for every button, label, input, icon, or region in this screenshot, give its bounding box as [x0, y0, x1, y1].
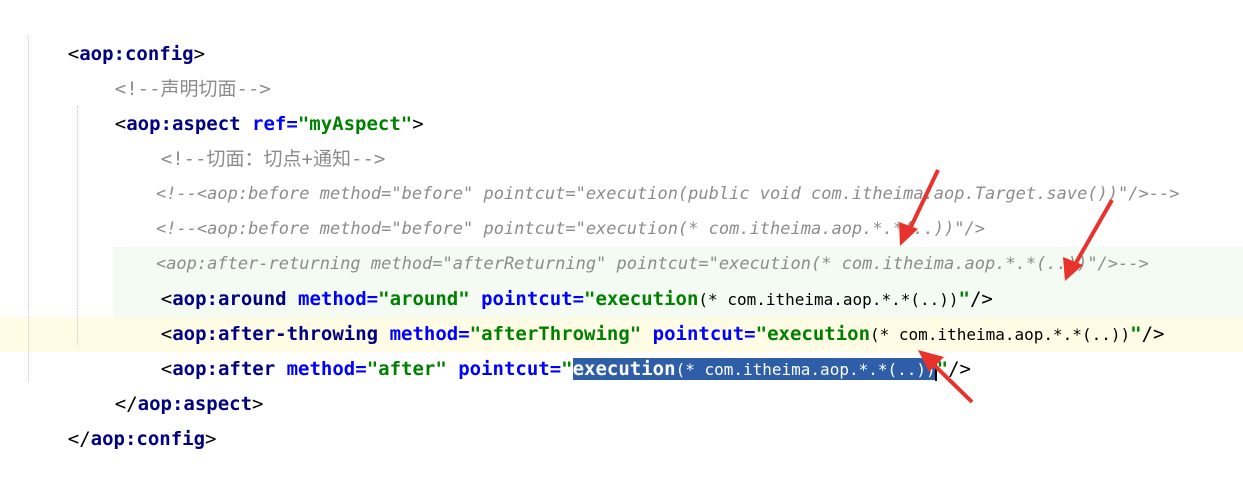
bracket: </ — [67, 428, 91, 450]
code-line-2[interactable]: <!--声明切面--> — [69, 37, 271, 100]
code-line-1[interactable]: <aop:config> — [22, 2, 205, 65]
attribute-name: method= — [275, 358, 367, 380]
bracket: > — [412, 113, 424, 135]
bracket: > — [205, 428, 217, 450]
attribute-value: " — [936, 358, 949, 380]
text-selection[interactable]: execution(* com.itheima.aop.*.*(..)) — [572, 358, 936, 380]
bracket: /> — [1141, 323, 1165, 345]
code-line-7[interactable]: <aop:after-returning method="afterReturn… — [115, 212, 1149, 274]
tag-name: aop:config — [90, 428, 206, 450]
editor-gutter — [0, 0, 22, 417]
bracket: /> — [948, 358, 971, 380]
code-line-3[interactable]: <aop:aspect ref="myAspect"> — [69, 72, 424, 135]
code-line-9[interactable]: <aop:after-throwing method="afterThrowin… — [115, 282, 1165, 345]
code-line-5[interactable]: <!--<aop:before method="before" pointcut… — [115, 142, 1180, 204]
code-line-10[interactable]: <aop:after method="after" pointcut="exec… — [115, 317, 971, 381]
code-line-11[interactable]: </aop:aspect> — [69, 352, 264, 415]
selected-keyword: execution — [572, 358, 676, 380]
selected-expression: (* com.itheima.aop.*.*(..)) — [675, 360, 936, 379]
attribute-name: pointcut= — [446, 358, 562, 380]
attribute-value: "after" — [366, 358, 447, 380]
bracket: > — [252, 393, 264, 415]
attribute-value: " — [1130, 323, 1142, 345]
code-line-8[interactable]: <aop:around method="around" pointcut="ex… — [115, 247, 993, 310]
code-line-4[interactable]: <!--切面：切点+通知--> — [115, 107, 386, 170]
code-line-6[interactable]: <!--<aop:before method="before" pointcut… — [115, 177, 985, 239]
attribute-value: " — [561, 358, 573, 380]
